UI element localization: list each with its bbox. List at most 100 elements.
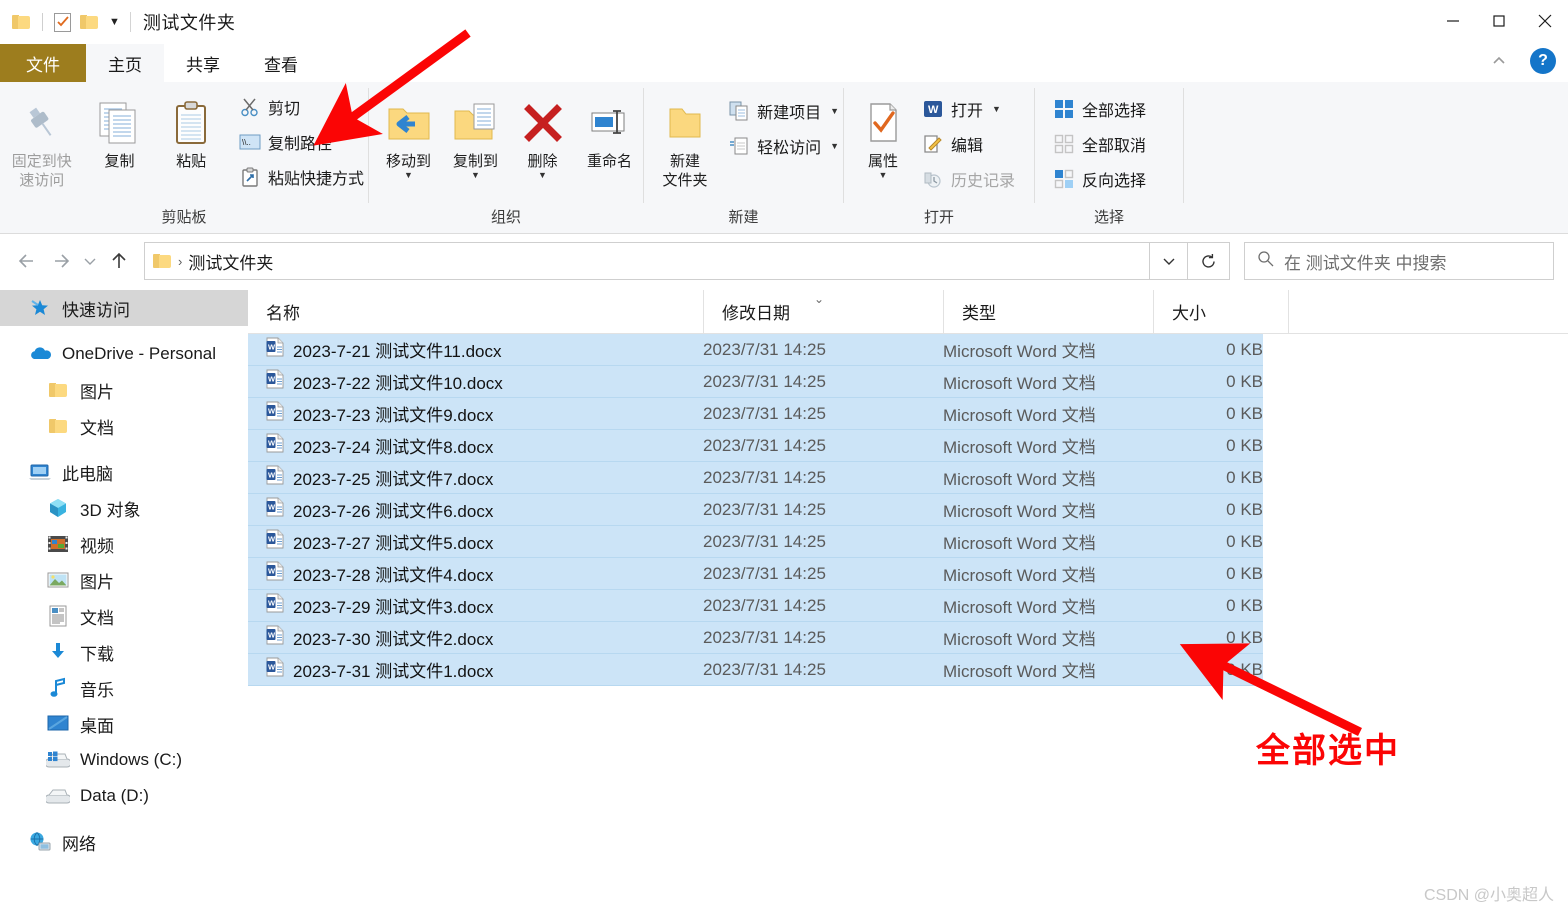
chevron-down-icon[interactable]: ▼ [471, 171, 480, 180]
file-name-cell[interactable]: W 2023-7-30 测试文件2.docx [248, 622, 703, 654]
new-folder-label-line2: 文件夹 [662, 172, 708, 189]
select-all-button[interactable]: 全部选择 [1049, 94, 1150, 124]
file-name-cell[interactable]: W 2023-7-28 测试文件4.docx [248, 558, 703, 590]
chevron-down-icon[interactable]: ▼ [830, 141, 839, 151]
forward-button[interactable] [44, 244, 78, 278]
rename-button[interactable]: 重命名 [576, 90, 643, 171]
file-rows[interactable]: W 2023-7-21 测试文件11.docx 2023/7/31 14:25 Mic… [248, 334, 1568, 686]
sidebar-item-quick-access[interactable]: 快速访问 [0, 290, 248, 326]
sidebar-item-network[interactable]: 网络 [0, 824, 248, 860]
chevron-down-icon[interactable]: ▼ [879, 171, 888, 180]
sidebar-item-3d-objects[interactable]: 3D 对象 [0, 490, 248, 526]
doc-check-icon[interactable] [54, 12, 71, 32]
table-row[interactable]: W 2023-7-21 测试文件11.docx 2023/7/31 14:25 Mic… [248, 334, 1263, 366]
sidebar-item-desktop[interactable]: 桌面 [0, 706, 248, 742]
tab-share[interactable]: 共享 [164, 44, 242, 82]
new-item-button[interactable]: 新建项目 ▼ [724, 96, 843, 126]
sidebar-item-videos[interactable]: 视频 [0, 526, 248, 562]
paste-shortcut-button[interactable]: 粘贴快捷方式 [235, 162, 368, 192]
file-list-pane[interactable]: 名称 修改日期 ⌄ 类型 大小 W 2023-7-21 测试文件11.docx 20… [248, 289, 1568, 915]
new-folder-button[interactable]: 新建 文件夹 [652, 90, 718, 190]
file-name-cell[interactable]: W 2023-7-26 测试文件6.docx [248, 494, 703, 526]
table-row[interactable]: W 2023-7-25 测试文件7.docx 2023/7/31 14:25 Micr… [248, 462, 1263, 494]
file-name-cell[interactable]: W 2023-7-29 测试文件3.docx [248, 590, 703, 622]
breadcrumb[interactable]: › 测试文件夹 [144, 242, 1150, 280]
sidebar-item-documents[interactable]: 文档 [0, 598, 248, 634]
chevron-down-icon[interactable]: ▼ [538, 171, 547, 180]
tab-file[interactable]: 文件 [0, 44, 86, 82]
collapse-ribbon-button[interactable] [1486, 48, 1512, 74]
folder-icon[interactable] [80, 14, 99, 30]
minimize-button[interactable] [1430, 0, 1476, 42]
breadcrumb-current[interactable]: 测试文件夹 [188, 249, 273, 274]
chevron-down-icon[interactable]: ▼ [404, 171, 413, 180]
table-row[interactable]: W 2023-7-29 测试文件3.docx 2023/7/31 14:25 Micr… [248, 590, 1263, 622]
column-header-name[interactable]: 名称 [248, 290, 703, 334]
svg-text:W: W [268, 663, 276, 672]
copy-button[interactable]: 复制 [84, 90, 156, 171]
column-header-type[interactable]: 类型 [943, 289, 1153, 334]
tab-view[interactable]: 查看 [242, 44, 320, 82]
search-input[interactable]: 在 测试文件夹 中搜索 [1244, 242, 1554, 280]
move-to-button[interactable]: 移动到 ▼ [375, 90, 442, 180]
file-type-cell: Microsoft Word 文档 [943, 366, 1153, 398]
maximize-button[interactable] [1476, 0, 1522, 42]
up-button[interactable] [102, 244, 136, 278]
sidebar-item-onedrive-documents[interactable]: 文档 [0, 408, 248, 444]
select-none-button[interactable]: 全部取消 [1049, 129, 1150, 159]
sidebar-item-pictures[interactable]: 图片 [0, 562, 248, 598]
file-name-cell[interactable]: W 2023-7-22 测试文件10.docx [248, 366, 703, 398]
table-row[interactable]: W 2023-7-28 测试文件4.docx 2023/7/31 14:25 Micr… [248, 558, 1263, 590]
close-button[interactable] [1522, 0, 1568, 42]
sidebar-item-downloads[interactable]: 下载 [0, 634, 248, 670]
sidebar-item-this-pc[interactable]: 此电脑 [0, 454, 248, 490]
column-header-date[interactable]: 修改日期 ⌄ [703, 289, 943, 334]
copy-to-button[interactable]: 复制到 ▼ [442, 90, 509, 180]
chevron-down-icon[interactable]: ▼ [108, 16, 120, 28]
table-row[interactable]: W 2023-7-31 测试文件1.docx 2023/7/31 14:25 Micr… [248, 654, 1263, 686]
table-row[interactable]: W 2023-7-22 测试文件10.docx 2023/7/31 14:25 Mic… [248, 366, 1263, 398]
help-button[interactable]: ? [1530, 48, 1556, 74]
select-all-icon [1053, 98, 1075, 120]
cut-button[interactable]: 剪切 [235, 92, 368, 122]
new-folder-icon [663, 94, 707, 152]
file-name-cell[interactable]: W 2023-7-25 测试文件7.docx [248, 462, 703, 494]
file-name-cell[interactable]: W 2023-7-23 测试文件9.docx [248, 398, 703, 430]
table-row[interactable]: W 2023-7-26 测试文件6.docx 2023/7/31 14:25 Micr… [248, 494, 1263, 526]
recent-locations-button[interactable] [78, 244, 102, 278]
delete-button[interactable]: 删除 ▼ [509, 90, 576, 180]
edit-button[interactable]: 编辑 [918, 129, 1019, 159]
easy-access-button[interactable]: 轻松访问 ▼ [724, 131, 843, 161]
file-name-cell[interactable]: W 2023-7-27 测试文件5.docx [248, 526, 703, 558]
refresh-button[interactable] [1188, 242, 1230, 280]
tab-home[interactable]: 主页 [86, 44, 164, 82]
sidebar-item-onedrive-pictures[interactable]: 图片 [0, 372, 248, 408]
file-name-cell[interactable]: W 2023-7-24 测试文件8.docx [248, 430, 703, 462]
properties-button[interactable]: 属性 ▼ [852, 90, 914, 180]
copy-path-button[interactable]: \\.. 复制路径 [235, 127, 368, 157]
file-name-cell[interactable]: W 2023-7-31 测试文件1.docx [248, 654, 703, 686]
sidebar-item-windows-c[interactable]: Windows (C:) [0, 742, 248, 778]
open-button[interactable]: W 打开 ▼ [918, 94, 1019, 124]
file-type-label: Microsoft Word 文档 [943, 566, 1096, 585]
folder-icon[interactable] [12, 14, 31, 30]
file-name-cell[interactable]: W 2023-7-21 测试文件11.docx [248, 334, 703, 366]
column-header-size[interactable]: 大小 [1153, 289, 1288, 334]
sidebar-item-onedrive[interactable]: OneDrive - Personal [0, 336, 248, 372]
chevron-down-icon[interactable]: ▼ [830, 106, 839, 116]
invert-selection-button[interactable]: 反向选择 [1049, 164, 1150, 194]
paste-button[interactable]: 粘贴 [155, 90, 227, 171]
pin-to-quick-access-button[interactable]: 固定到快 速访问 [0, 90, 84, 190]
navigation-pane[interactable]: 快速访问 OneDrive - Personal 图片 文档 此电脑 3D 对象… [0, 290, 248, 915]
table-row[interactable]: W 2023-7-24 测试文件8.docx 2023/7/31 14:25 Micr… [248, 430, 1263, 462]
table-row[interactable]: W 2023-7-27 测试文件5.docx 2023/7/31 14:25 Micr… [248, 526, 1263, 558]
history-button[interactable]: 历史记录 [918, 164, 1019, 194]
table-row[interactable]: W 2023-7-30 测试文件2.docx 2023/7/31 14:25 Micr… [248, 622, 1263, 654]
file-name-label: 2023-7-23 测试文件9.docx [293, 406, 494, 425]
path-dropdown-button[interactable] [1150, 242, 1188, 280]
sidebar-item-music[interactable]: 音乐 [0, 670, 248, 706]
chevron-down-icon[interactable]: ▼ [992, 104, 1001, 114]
back-button[interactable] [10, 244, 44, 278]
table-row[interactable]: W 2023-7-23 测试文件9.docx 2023/7/31 14:25 Micr… [248, 398, 1263, 430]
sidebar-item-data-d[interactable]: Data (D:) [0, 778, 248, 814]
